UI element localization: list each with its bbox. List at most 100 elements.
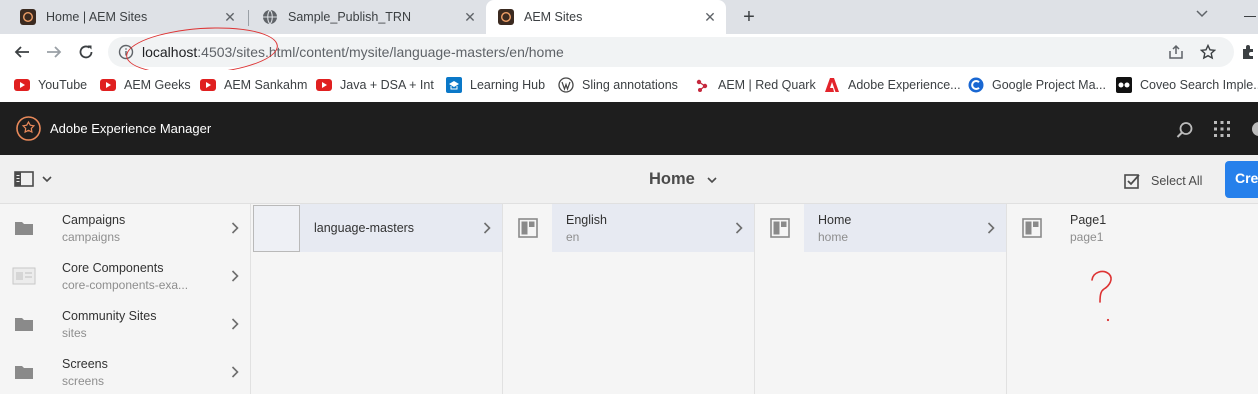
list-item-home[interactable]: Home home bbox=[756, 204, 1006, 252]
page-title[interactable]: Home bbox=[649, 170, 718, 189]
youtube-icon bbox=[316, 77, 332, 93]
chevron-down-icon bbox=[707, 177, 718, 183]
chevron-right-icon[interactable] bbox=[220, 222, 250, 234]
bookmark-learning-hub[interactable]: Learning Hub bbox=[446, 77, 545, 93]
globe-icon bbox=[263, 9, 277, 25]
minimize-icon[interactable] bbox=[1244, 16, 1256, 17]
column-view: Campaigns campaigns Core Components core-c… bbox=[0, 204, 1258, 394]
tab-aem-sites[interactable]: AEM Sites ✕ bbox=[486, 0, 726, 34]
aem-title: Adobe Experience Manager bbox=[50, 121, 212, 136]
folder-icon bbox=[0, 300, 48, 348]
bookmark-sling-annotations[interactable]: Sling annotations bbox=[558, 77, 678, 93]
column-language-masters: language-masters bbox=[252, 204, 503, 394]
tab-separator bbox=[248, 10, 249, 26]
bookmark-google-project[interactable]: Google Project Ma... bbox=[968, 77, 1106, 93]
bookmark-java-dsa[interactable]: Java + DSA + Int bbox=[316, 77, 434, 93]
list-item-campaigns[interactable]: Campaigns campaigns bbox=[0, 204, 250, 252]
list-item-community-sites[interactable]: Community Sites sites bbox=[0, 300, 250, 348]
reload-button[interactable] bbox=[74, 40, 98, 64]
url-text: localhost:4503/sites.html/content/mysite… bbox=[142, 44, 564, 60]
search-icon[interactable] bbox=[1176, 121, 1194, 139]
bookmarks-bar: YouTube AEM Geeks AEM Sankahm Java + DSA… bbox=[0, 70, 1258, 100]
url-host: localhost bbox=[142, 44, 198, 60]
list-item-english[interactable]: English en bbox=[504, 204, 754, 252]
tab-home-aem-sites[interactable]: Home | AEM Sites ✕ bbox=[8, 0, 246, 34]
tab-title: Home | AEM Sites bbox=[46, 10, 148, 24]
bookmark-label: YouTube bbox=[38, 78, 88, 92]
chevron-right-icon[interactable] bbox=[220, 318, 250, 330]
rail-toggle-button[interactable] bbox=[14, 171, 52, 187]
red-quark-icon bbox=[694, 77, 710, 93]
column-home: Home home bbox=[756, 204, 1007, 394]
question-mark-annotation bbox=[1091, 270, 1112, 322]
wordpress-icon bbox=[558, 77, 574, 93]
tab-sample-publish[interactable]: Sample_Publish_TRN ✕ bbox=[250, 0, 486, 34]
broken-image-thumbnail bbox=[252, 204, 300, 252]
close-icon[interactable]: ✕ bbox=[220, 7, 240, 27]
bookmark-aem-sankahm[interactable]: AEM Sankahm bbox=[200, 77, 307, 93]
bookmark-red-quark[interactable]: AEM | Red Quark bbox=[694, 77, 816, 93]
chevron-right-icon[interactable] bbox=[220, 366, 250, 378]
column-english: English en bbox=[504, 204, 755, 394]
tab-search-icon[interactable] bbox=[1196, 6, 1208, 22]
close-icon[interactable]: ✕ bbox=[700, 7, 720, 27]
aem-logo-icon[interactable] bbox=[16, 116, 41, 141]
bookmark-label: AEM | Red Quark bbox=[718, 78, 816, 92]
apps-grid-icon[interactable] bbox=[1214, 121, 1230, 137]
select-all-button[interactable]: Select All bbox=[1124, 172, 1202, 189]
bookmark-adobe-experience[interactable]: Adobe Experience... bbox=[824, 77, 961, 93]
item-title: English bbox=[566, 212, 607, 227]
share-icon[interactable] bbox=[1168, 44, 1184, 63]
folder-icon bbox=[0, 204, 48, 252]
bookmark-coveo-search[interactable]: Coveo Search Imple... bbox=[1116, 77, 1258, 93]
chevron-right-icon[interactable] bbox=[976, 222, 1006, 234]
action-bar: Home Select All bbox=[0, 155, 1258, 204]
address-bar[interactable]: localhost:4503/sites.html/content/mysite… bbox=[108, 37, 1234, 67]
aem-header: Adobe Experience Manager bbox=[0, 102, 1258, 155]
chevron-right-icon[interactable] bbox=[472, 222, 502, 234]
extensions-icon[interactable] bbox=[1240, 44, 1256, 63]
avatar[interactable] bbox=[1252, 122, 1258, 136]
column-page1: Page1 page1 bbox=[1008, 204, 1258, 394]
forward-button[interactable] bbox=[42, 40, 66, 64]
c-logo-icon bbox=[968, 77, 984, 93]
list-item-core-components[interactable]: Core Components core-components-exa... bbox=[0, 252, 250, 300]
item-name: campaigns bbox=[62, 229, 121, 244]
youtube-icon bbox=[100, 77, 116, 93]
arrow-right-icon bbox=[47, 46, 62, 58]
close-icon[interactable]: ✕ bbox=[460, 7, 480, 27]
bookmark-aem-geeks[interactable]: AEM Geeks bbox=[100, 77, 191, 93]
bookmark-label: Coveo Search Imple... bbox=[1140, 78, 1258, 92]
column-root: Campaigns campaigns Core Components core-c… bbox=[0, 204, 251, 394]
item-title: Community Sites bbox=[62, 308, 157, 323]
item-name: page1 bbox=[1070, 229, 1104, 244]
panel-icon bbox=[14, 171, 34, 187]
back-button[interactable] bbox=[10, 40, 34, 64]
bookmark-label: Google Project Ma... bbox=[992, 78, 1106, 92]
adobe-icon bbox=[824, 77, 840, 93]
browser-toolbar: localhost:4503/sites.html/content/mysite… bbox=[0, 34, 1258, 70]
info-icon[interactable] bbox=[118, 44, 134, 60]
bookmark-star-icon[interactable] bbox=[1199, 43, 1217, 63]
bookmark-youtube[interactable]: YouTube bbox=[14, 77, 87, 93]
item-name: core-components-exa... bbox=[62, 277, 189, 292]
chevron-right-icon[interactable] bbox=[724, 222, 754, 234]
list-item-page1[interactable]: Page1 page1 bbox=[1008, 204, 1258, 252]
page-template-icon bbox=[1008, 204, 1056, 252]
new-tab-button[interactable]: + bbox=[738, 6, 760, 28]
coveo-icon bbox=[1116, 77, 1132, 93]
chevron-right-icon[interactable] bbox=[220, 270, 250, 282]
aem-icon bbox=[20, 9, 36, 25]
select-all-label: Select All bbox=[1151, 173, 1203, 188]
list-item-language-masters[interactable]: language-masters bbox=[252, 204, 502, 252]
url-path: :4503/sites.html/content/mysite/language… bbox=[197, 44, 564, 60]
create-button[interactable]: Cre bbox=[1225, 161, 1258, 198]
create-label: Cre bbox=[1235, 170, 1258, 186]
item-title: Page1 bbox=[1070, 212, 1107, 227]
list-item-screens[interactable]: Screens screens bbox=[0, 348, 250, 396]
tab-strip: Home | AEM Sites ✕ Sample_Publish_TRN ✕ … bbox=[0, 0, 1258, 34]
item-title: Core Components bbox=[62, 260, 164, 275]
bookmark-label: Learning Hub bbox=[470, 78, 546, 92]
item-name: home bbox=[818, 229, 849, 244]
item-title: Home bbox=[818, 212, 852, 227]
